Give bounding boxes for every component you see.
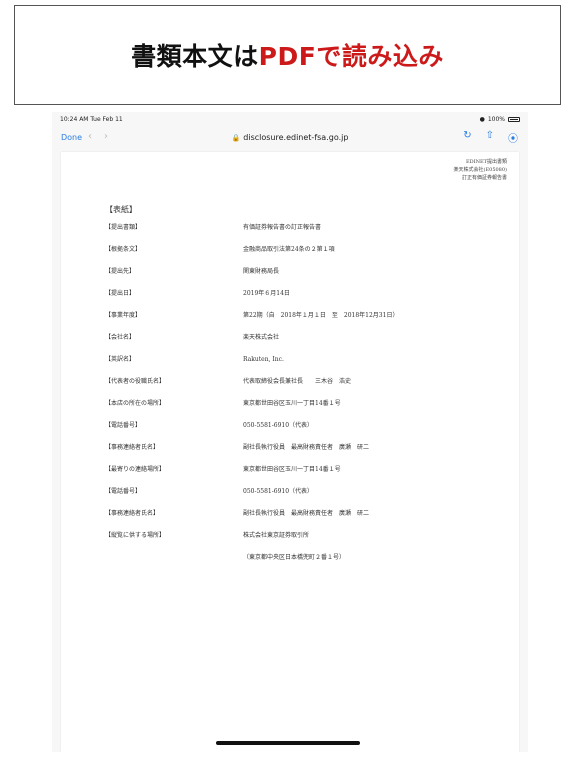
info-key: 【英訳名】: [105, 356, 136, 363]
status-indicators: ● 100%: [480, 116, 520, 123]
info-value: 東京都世田谷区玉川一丁目14番１号: [243, 400, 341, 407]
info-row: 【代表者の役職氏名】 代表取締役会長兼社長 三木谷 浩史: [105, 378, 505, 400]
document-header: EDINET提出書類 楽天株式会社(E05080) 訂正有価証券報告書: [454, 158, 507, 182]
status-time: 10:24 AM Tue Feb 11: [60, 116, 123, 123]
info-row: （東京都中央区日本橋兜町２番１号）: [105, 554, 505, 576]
info-value: 050-5581-6910（代表）: [243, 488, 314, 495]
document-title: 【表紙】: [105, 205, 137, 214]
status-bar: 10:24 AM Tue Feb 11 ● 100%: [52, 112, 528, 126]
info-value: 050-5581-6910（代表）: [243, 422, 314, 429]
info-row: 【最寄りの連絡場所】 東京都世田谷区玉川一丁目14番１号: [105, 466, 505, 488]
info-key: 【事務連絡者氏名】: [105, 444, 160, 451]
info-key: 【最寄りの連絡場所】: [105, 466, 166, 473]
info-value: 楽天株式会社: [243, 334, 280, 341]
info-value: 副社長執行役員 最高財務責任者 廣瀬 研二: [243, 510, 370, 517]
toolbar-actions: ↻ ⇧ ⦿: [463, 130, 518, 145]
info-key: 【電話番号】: [105, 488, 142, 495]
battery-icon: [508, 117, 520, 122]
ipad-screen: 10:24 AM Tue Feb 11 ● 100% Done ‹› 🔒 disc…: [52, 112, 528, 752]
info-value: 2019年６月14日: [243, 290, 290, 297]
share-icon[interactable]: ⇧: [486, 130, 494, 145]
info-row: 【英訳名】 Rakuten, Inc.: [105, 356, 505, 378]
info-row: 【提出先】 関東財務局長: [105, 268, 505, 290]
info-row: 【提出書類】 有価証券報告書の訂正報告書: [105, 224, 505, 246]
info-value: 金融商品取引法第24条の２第１項: [243, 246, 335, 253]
info-value: （東京都中央区日本橋兜町２番１号）: [243, 554, 346, 561]
header-line: EDINET提出書類: [466, 159, 507, 165]
info-key: 【提出先】: [105, 268, 136, 275]
info-row: 【電話番号】 050-5581-6910（代表）: [105, 422, 505, 444]
battery-percent: 100%: [487, 116, 505, 123]
lock-icon: 🔒: [231, 134, 241, 142]
info-key: 【提出書類】: [105, 224, 142, 231]
info-row: 【電話番号】 050-5581-6910（代表）: [105, 488, 505, 510]
address-bar[interactable]: 🔒 disclosure.edinet-fsa.go.jp: [52, 133, 528, 142]
header-line: 楽天株式会社(E05080): [453, 167, 507, 173]
info-row: 【事務連絡者氏名】 副社長執行役員 最高財務責任者 廣瀬 研二: [105, 444, 505, 466]
info-row: 【事務連絡者氏名】 副社長執行役員 最高財務責任者 廣瀬 研二: [105, 510, 505, 532]
info-row: 【事業年度】 第22期（自 2018年１月１日 至 2018年12月31日）: [105, 312, 505, 334]
compass-icon[interactable]: ⦿: [508, 130, 518, 145]
info-key: 【提出日】: [105, 290, 136, 297]
promo-banner: 書類本文は PDFで読み込み: [14, 5, 561, 105]
info-key: 【会社名】: [105, 334, 136, 341]
info-value: 第22期（自 2018年１月１日 至 2018年12月31日）: [243, 312, 399, 319]
info-value: 株式会社東京証券取引所: [243, 532, 310, 539]
info-row: 【会社名】 楽天株式会社: [105, 334, 505, 356]
pdf-document-page[interactable]: EDINET提出書類 楽天株式会社(E05080) 訂正有価証券報告書 【表紙】…: [61, 152, 519, 752]
home-indicator[interactable]: [216, 741, 360, 745]
info-key: 【根拠条文】: [105, 246, 142, 253]
info-row: 【本店の所在の場所】 東京都世田谷区玉川一丁目14番１号: [105, 400, 505, 422]
url-text: disclosure.edinet-fsa.go.jp: [243, 133, 349, 142]
info-value: 関東財務局長: [243, 268, 280, 275]
info-row: 【縦覧に供する場所】 株式会社東京証券取引所: [105, 532, 505, 554]
info-key: 【代表者の役職氏名】: [105, 378, 166, 385]
info-value: 代表取締役会長兼社長 三木谷 浩史: [243, 378, 352, 385]
header-line: 訂正有価証券報告書: [461, 175, 507, 181]
banner-text-part1: 書類本文は: [131, 42, 259, 71]
info-row: 【提出日】 2019年６月14日: [105, 290, 505, 312]
info-key: 【事務連絡者氏名】: [105, 510, 160, 517]
wifi-icon: ●: [479, 116, 485, 123]
info-key: 【縦覧に供する場所】: [105, 532, 166, 539]
cover-info-list: 【提出書類】 有価証券報告書の訂正報告書 【根拠条文】 金融商品取引法第24条の２第…: [105, 224, 505, 576]
info-key: 【本店の所在の場所】: [105, 400, 166, 407]
info-value: 副社長執行役員 最高財務責任者 廣瀬 研二: [243, 444, 370, 451]
browser-toolbar: Done ‹› 🔒 disclosure.edinet-fsa.go.jp ↻ ⇧…: [52, 126, 528, 150]
info-value: 有価証券報告書の訂正報告書: [243, 224, 322, 231]
info-value: Rakuten, Inc.: [243, 356, 284, 363]
reload-icon[interactable]: ↻: [463, 130, 471, 145]
info-row: 【根拠条文】 金融商品取引法第24条の２第１項: [105, 246, 505, 268]
info-key: 【事業年度】: [105, 312, 142, 319]
info-value: 東京都世田谷区玉川一丁目14番１号: [243, 466, 341, 473]
banner-text-part2: PDFで読み込み: [258, 42, 444, 71]
info-key: 【電話番号】: [105, 422, 142, 429]
